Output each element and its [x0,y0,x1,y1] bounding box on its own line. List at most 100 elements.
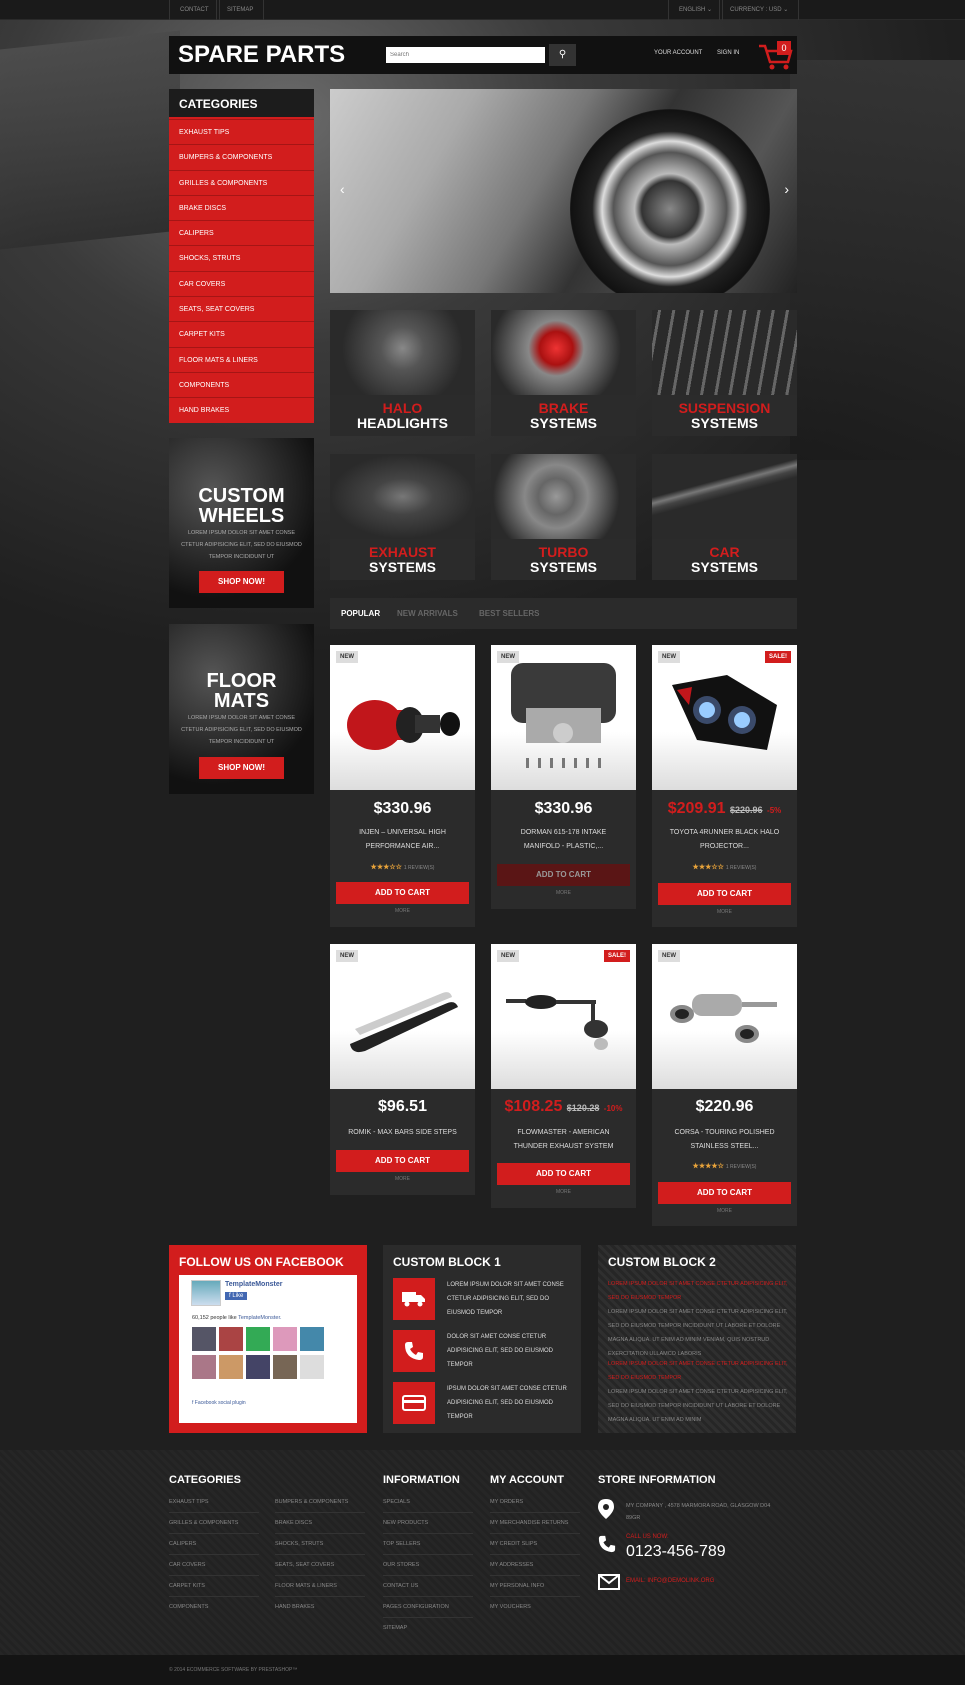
search-button[interactable]: ⚲ [549,44,576,66]
footer-link[interactable]: HAND BRAKES [275,1597,365,1618]
product-card[interactable]: NEW $96.51 ROMIK - MAX BARS SIDE STEPS A… [330,944,475,1195]
more-link[interactable]: MORE [491,1189,636,1195]
footer-link[interactable]: CAR COVERS [169,1555,259,1576]
footer-link[interactable]: MY VOUCHERS [490,1597,580,1618]
product-image[interactable]: NEW SALE! [491,944,636,1089]
store-phone[interactable]: 0123-456-789 [626,1543,726,1561]
footer-link[interactable]: SEATS, SEAT COVERS [275,1555,365,1576]
like-button[interactable]: f Like [225,1292,248,1300]
tab-new-arrivals[interactable]: NEW ARRIVALS [397,609,458,618]
search-input[interactable] [386,47,545,63]
avatar[interactable] [192,1355,216,1379]
footer-link[interactable]: COMPONENTS [169,1597,259,1618]
category-item[interactable]: BUMPERS & COMPONENTS [169,144,314,170]
category-tile-turbo-systems[interactable]: TURBO SYSTEMS [491,454,636,580]
avatar[interactable] [219,1355,243,1379]
product-name[interactable]: FLOWMASTER - AMERICAN THUNDER EXHAUST SYS… [506,1126,621,1154]
footer-link[interactable]: BUMPERS & COMPONENTS [275,1492,365,1513]
avatar[interactable] [300,1355,324,1379]
footer-link[interactable]: TOP SELLERS [383,1534,473,1555]
category-tile-halo-headlights[interactable]: HALO HEADLIGHTS [330,310,475,436]
footer-link[interactable]: OUR STORES [383,1555,473,1576]
footer-link[interactable]: GRILLES & COMPONENTS [169,1513,259,1534]
add-to-cart-button[interactable]: ADD TO CART [497,864,630,886]
product-card[interactable]: NEW SALE! $108.25 $120.28 -10% FLOWMASTE… [491,944,636,1208]
cart-button[interactable]: 0 [755,38,795,72]
hero-slider[interactable]: ‹ › [330,89,797,293]
facebook-widget[interactable]: TemplateMonster f Like 60,152 people lik… [179,1275,357,1423]
product-card[interactable]: NEW $330.96 DORMAN 615-178 INTAKE MANIFOL… [491,645,636,909]
more-link[interactable]: MORE [330,908,475,914]
footer-link[interactable]: CONTACT US [383,1576,473,1597]
category-tile-exhaust-systems[interactable]: EXHAUST SYSTEMS [330,454,475,580]
category-item[interactable]: EXHAUST TIPS [169,119,314,145]
product-name[interactable]: CORSA - TOURING POLISHED STAINLESS STEEL.… [667,1126,782,1154]
category-item[interactable]: SEATS, SEAT COVERS [169,296,314,322]
more-link[interactable]: MORE [652,909,797,915]
add-to-cart-button[interactable]: ADD TO CART [497,1163,630,1185]
footer-link[interactable]: MY CREDIT SLIPS [490,1534,580,1555]
page-name[interactable]: TemplateMonster [225,1281,282,1288]
category-item[interactable]: CALIPERS [169,220,314,246]
footer-link[interactable]: SPECIALS [383,1492,473,1513]
footer-link[interactable]: SITEMAP [383,1618,473,1639]
category-item[interactable]: CARPET KITS [169,321,314,347]
your-account-link[interactable]: YOUR ACCOUNT [654,50,702,56]
more-link[interactable]: MORE [652,1208,797,1214]
add-to-cart-button[interactable]: ADD TO CART [336,1150,469,1172]
product-name[interactable]: INJEN – UNIVERSAL HIGH PERFORMANCE AIR... [345,826,460,854]
footer-link[interactable]: CARPET KITS [169,1576,259,1597]
footer-link[interactable]: MY MERCHANDISE RETURNS [490,1513,580,1534]
product-image[interactable]: NEW [652,944,797,1089]
category-item[interactable]: COMPONENTS [169,371,314,398]
add-to-cart-button[interactable]: ADD TO CART [336,882,469,904]
more-link[interactable]: MORE [330,1176,475,1182]
category-item[interactable]: BRAKE DISCS [169,194,314,221]
sitemap-link[interactable]: SITEMAP [216,0,265,20]
product-name[interactable]: ROMIK - MAX BARS SIDE STEPS [345,1126,460,1140]
fans-page-link[interactable]: TemplateMonster. [238,1315,281,1321]
category-tile-suspension-systems[interactable]: SUSPENSION SYSTEMS [652,310,797,436]
tab-best-sellers[interactable]: BEST SELLERS [479,609,539,618]
footer-link[interactable]: NEW PRODUCTS [383,1513,473,1534]
add-to-cart-button[interactable]: ADD TO CART [658,883,791,905]
product-image[interactable]: NEW SALE! [652,645,797,790]
avatar[interactable] [246,1355,270,1379]
footer-link[interactable]: BRAKE DISCS [275,1513,365,1534]
store-email[interactable]: EMAIL: INFO@DEMOLINK.ORG [626,1578,714,1584]
avatar[interactable] [219,1327,243,1351]
product-name[interactable]: TOYOTA 4RUNNER BLACK HALO PROJECTOR... [667,826,782,854]
footer-link[interactable]: MY PERSONAL INFO [490,1576,580,1597]
footer-link[interactable]: FLOOR MATS & LINERS [275,1576,365,1597]
more-link[interactable]: MORE [491,890,636,896]
footer-link[interactable]: MY ADDRESSES [490,1555,580,1576]
slider-next-arrow[interactable]: › [784,181,789,197]
sign-in-link[interactable]: SIGN IN [717,50,739,56]
category-tile-brake-systems[interactable]: BRAKE SYSTEMS [491,310,636,436]
category-item[interactable]: CAR COVERS [169,270,314,297]
shop-now-button[interactable]: SHOP NOW! [199,571,284,593]
avatar[interactable] [273,1327,297,1351]
footer-link[interactable]: MY ORDERS [490,1492,580,1513]
product-card[interactable]: NEW $220.96 CORSA - TOURING POLISHED STAI… [652,944,797,1226]
avatar[interactable] [300,1327,324,1351]
category-item[interactable]: HAND BRAKES [169,397,314,423]
footer-link[interactable]: EXHAUST TIPS [169,1492,259,1513]
product-card[interactable]: NEW $330.96 INJEN – UNIVERSAL HIGH PERFOR… [330,645,475,927]
add-to-cart-button[interactable]: ADD TO CART [658,1182,791,1204]
footer-link[interactable]: SHOCKS, STRUTS [275,1534,365,1555]
category-tile-car-systems[interactable]: CAR SYSTEMS [652,454,797,580]
product-image[interactable]: NEW [491,645,636,790]
avatar[interactable] [246,1327,270,1351]
contact-link[interactable]: CONTACT [169,0,220,20]
tab-popular[interactable]: POPULAR [341,609,380,618]
category-item[interactable]: SHOCKS, STRUTS [169,245,314,271]
currency-selector[interactable]: CURRENCY : USD ⌄ [719,0,800,20]
product-image[interactable]: NEW [330,944,475,1089]
product-image[interactable]: NEW [330,645,475,790]
footer-link[interactable]: PAGES CONFIGURATION [383,1597,473,1618]
category-item[interactable]: GRILLES & COMPONENTS [169,169,314,195]
slider-prev-arrow[interactable]: ‹ [340,181,345,197]
shop-now-button[interactable]: SHOP NOW! [199,757,284,779]
avatar[interactable] [273,1355,297,1379]
